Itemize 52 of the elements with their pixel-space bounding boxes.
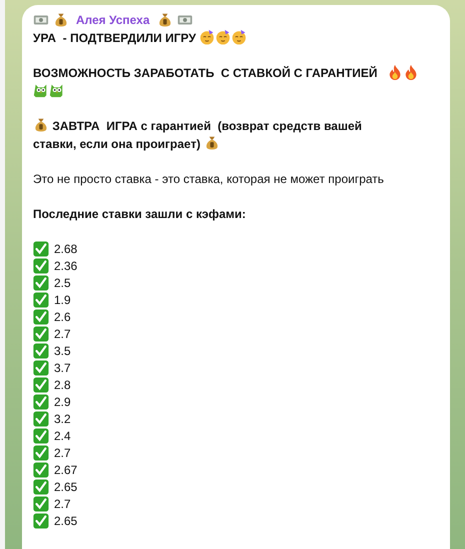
check-mark-icon — [33, 462, 49, 478]
check-mark-icon — [33, 258, 49, 274]
odds-value: 2.65 — [54, 514, 78, 528]
message-text: ВОЗМОЖНОСТЬ ЗАРАБОТАТЬ С СТАВКОЙ С ГАРАНТИЕЙ — [33, 66, 378, 80]
smiley-icon — [215, 29, 232, 45]
message-text: ЗАВТРА ИГРА с гарантией (возврат средств вашей — [51, 119, 362, 133]
check-mark-icon — [33, 274, 49, 290]
fire-icon — [387, 64, 404, 80]
odds-value: 2.8 — [54, 378, 71, 392]
check-mark-icon — [33, 360, 49, 376]
smiley-icon — [231, 29, 248, 45]
odds-value: 2.68 — [54, 242, 78, 256]
money-bag-icon — [156, 12, 173, 28]
check-mark-icon — [33, 496, 49, 512]
odds-value: 2.5 — [54, 276, 71, 290]
odds-value: 3.5 — [54, 344, 71, 358]
fire-icon — [403, 64, 420, 80]
check-mark-icon — [33, 394, 49, 410]
odds-value: 2.6 — [54, 310, 71, 324]
odds-value: 3.2 — [54, 412, 71, 426]
check-mark-icon — [33, 326, 49, 342]
odds-value: 2.4 — [54, 428, 71, 442]
check-mark-icon — [33, 342, 49, 358]
check-mark-icon — [33, 444, 49, 460]
check-mark-icon — [33, 512, 49, 528]
message-text: Это не просто ставка - это ставка, которая не может проиграть — [33, 172, 384, 186]
odds-value: 2.9 — [54, 394, 71, 408]
odds-value: 2.7 — [54, 326, 71, 340]
sender-name[interactable]: Алея Успеха — [76, 13, 150, 27]
message-text: ставки, если она проиграет) — [33, 137, 202, 151]
check-mark-icon — [33, 292, 49, 308]
check-mark-icon — [33, 428, 49, 444]
odds-value: 2.67 — [54, 462, 78, 476]
smiley-icon — [199, 29, 216, 45]
check-mark-icon — [33, 410, 49, 426]
owl-icon — [49, 82, 65, 98]
odds-value: 1.9 — [54, 292, 71, 306]
odds-value: 2.65 — [54, 480, 78, 494]
odds-value: 3.7 — [54, 360, 71, 374]
odds-value: 2.36 — [54, 258, 78, 272]
message-text: УРА - ПОДТВЕРДИЛИ ИГРУ — [33, 31, 197, 45]
money-bag-icon — [33, 117, 49, 133]
check-mark-icon — [33, 478, 49, 494]
owl-icon — [33, 82, 49, 98]
message-text: Последние ставки зашли с кэфами: — [33, 207, 246, 221]
check-mark-icon — [33, 308, 49, 324]
odds-value: 2.7 — [54, 496, 71, 510]
money-bag-icon — [53, 12, 69, 28]
money-bag-icon — [204, 135, 220, 151]
check-mark-icon — [33, 376, 49, 392]
check-mark-icon — [33, 240, 49, 256]
odds-value: 2.7 — [54, 446, 71, 460]
